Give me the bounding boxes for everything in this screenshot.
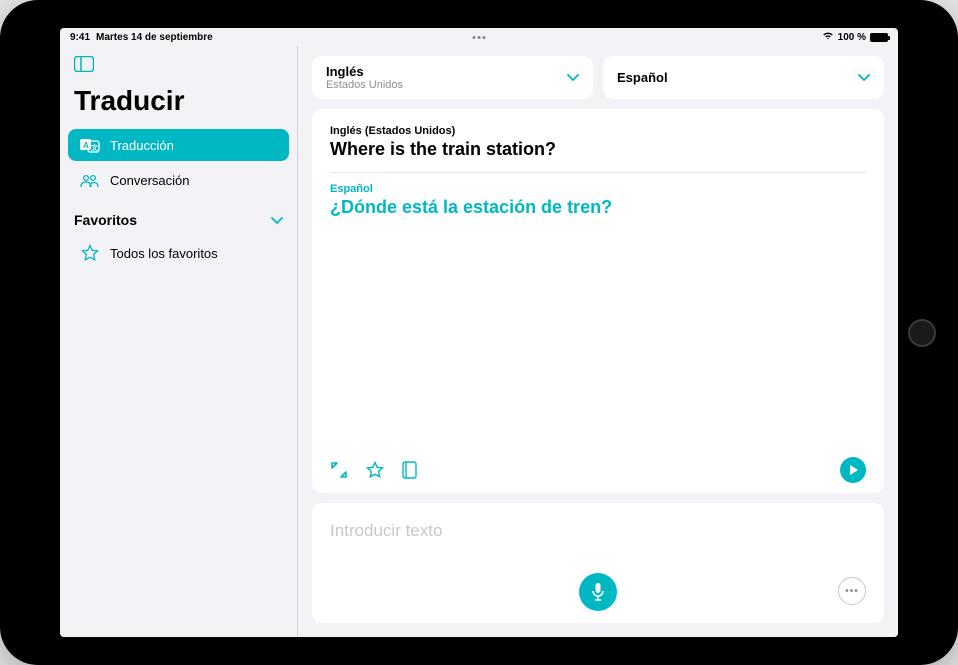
battery-text: 100 % bbox=[838, 32, 866, 43]
source-lang-label: Inglés (Estados Unidos) bbox=[330, 125, 866, 137]
screen: 9:41 Martes 14 de septiembre 100 % Tradu… bbox=[60, 28, 898, 637]
status-date: Martes 14 de septiembre bbox=[96, 32, 213, 43]
source-text[interactable]: Where is the train station? bbox=[330, 139, 866, 160]
ellipsis-icon: ••• bbox=[845, 586, 859, 597]
source-language-name: Inglés bbox=[326, 64, 403, 79]
main-content: Inglés Estados Unidos Español bbox=[298, 46, 898, 637]
app-body: Traducir A文 Traducción Conversación Favo… bbox=[60, 46, 898, 637]
battery-icon bbox=[870, 33, 888, 42]
favorites-label: Favoritos bbox=[74, 212, 137, 228]
target-language-selector[interactable]: Español bbox=[603, 56, 884, 99]
sidebar-item-all-favorites[interactable]: Todos los favoritos bbox=[68, 236, 289, 270]
chevron-down-icon bbox=[567, 69, 579, 87]
translate-icon: A文 bbox=[80, 137, 100, 153]
sidebar-item-label: Conversación bbox=[110, 173, 190, 188]
play-button[interactable] bbox=[840, 457, 866, 483]
star-icon bbox=[80, 244, 100, 262]
source-language-selector[interactable]: Inglés Estados Unidos bbox=[312, 56, 593, 99]
target-lang-label: Español bbox=[330, 183, 866, 195]
chevron-down-icon bbox=[858, 69, 870, 87]
sidebar-item-conversation[interactable]: Conversación bbox=[68, 165, 289, 196]
dictionary-icon[interactable] bbox=[402, 461, 417, 479]
status-left: 9:41 Martes 14 de septiembre bbox=[70, 32, 213, 43]
text-input-placeholder: Introducir texto bbox=[330, 521, 866, 541]
ipad-frame: 9:41 Martes 14 de septiembre 100 % Tradu… bbox=[0, 0, 958, 665]
sidebar-toggle-icon[interactable] bbox=[60, 52, 297, 81]
chevron-down-icon bbox=[271, 212, 283, 228]
favorite-star-icon[interactable] bbox=[366, 461, 384, 479]
input-card[interactable]: Introducir texto ••• bbox=[312, 503, 884, 623]
more-button[interactable]: ••• bbox=[838, 577, 866, 605]
microphone-button[interactable] bbox=[579, 573, 617, 611]
svg-text:A: A bbox=[83, 141, 89, 150]
sidebar-title: Traducir bbox=[60, 81, 297, 127]
sidebar: Traducir A文 Traducción Conversación Favo… bbox=[60, 46, 298, 637]
source-language-sub: Estados Unidos bbox=[326, 79, 403, 91]
card-actions bbox=[330, 447, 866, 483]
language-row: Inglés Estados Unidos Español bbox=[312, 56, 884, 99]
microphone-icon bbox=[591, 582, 605, 602]
target-language-name: Español bbox=[617, 70, 668, 85]
sidebar-item-label: Todos los favoritos bbox=[110, 246, 218, 261]
multitask-dots[interactable] bbox=[473, 36, 486, 39]
people-icon bbox=[80, 174, 100, 188]
expand-icon[interactable] bbox=[330, 461, 348, 479]
target-text[interactable]: ¿Dónde está la estación de tren? bbox=[330, 197, 866, 218]
sidebar-item-translation[interactable]: A文 Traducción bbox=[68, 129, 289, 161]
sidebar-item-label: Traducción bbox=[110, 138, 174, 153]
status-time: 9:41 bbox=[70, 32, 90, 43]
status-right: 100 % bbox=[822, 31, 888, 43]
status-bar: 9:41 Martes 14 de septiembre 100 % bbox=[60, 28, 898, 46]
svg-text:文: 文 bbox=[91, 143, 99, 152]
home-button[interactable] bbox=[908, 319, 936, 347]
divider bbox=[330, 172, 866, 173]
translation-card: Inglés (Estados Unidos) Where is the tra… bbox=[312, 109, 884, 493]
wifi-icon bbox=[822, 31, 834, 43]
favorites-header[interactable]: Favoritos bbox=[60, 198, 297, 234]
